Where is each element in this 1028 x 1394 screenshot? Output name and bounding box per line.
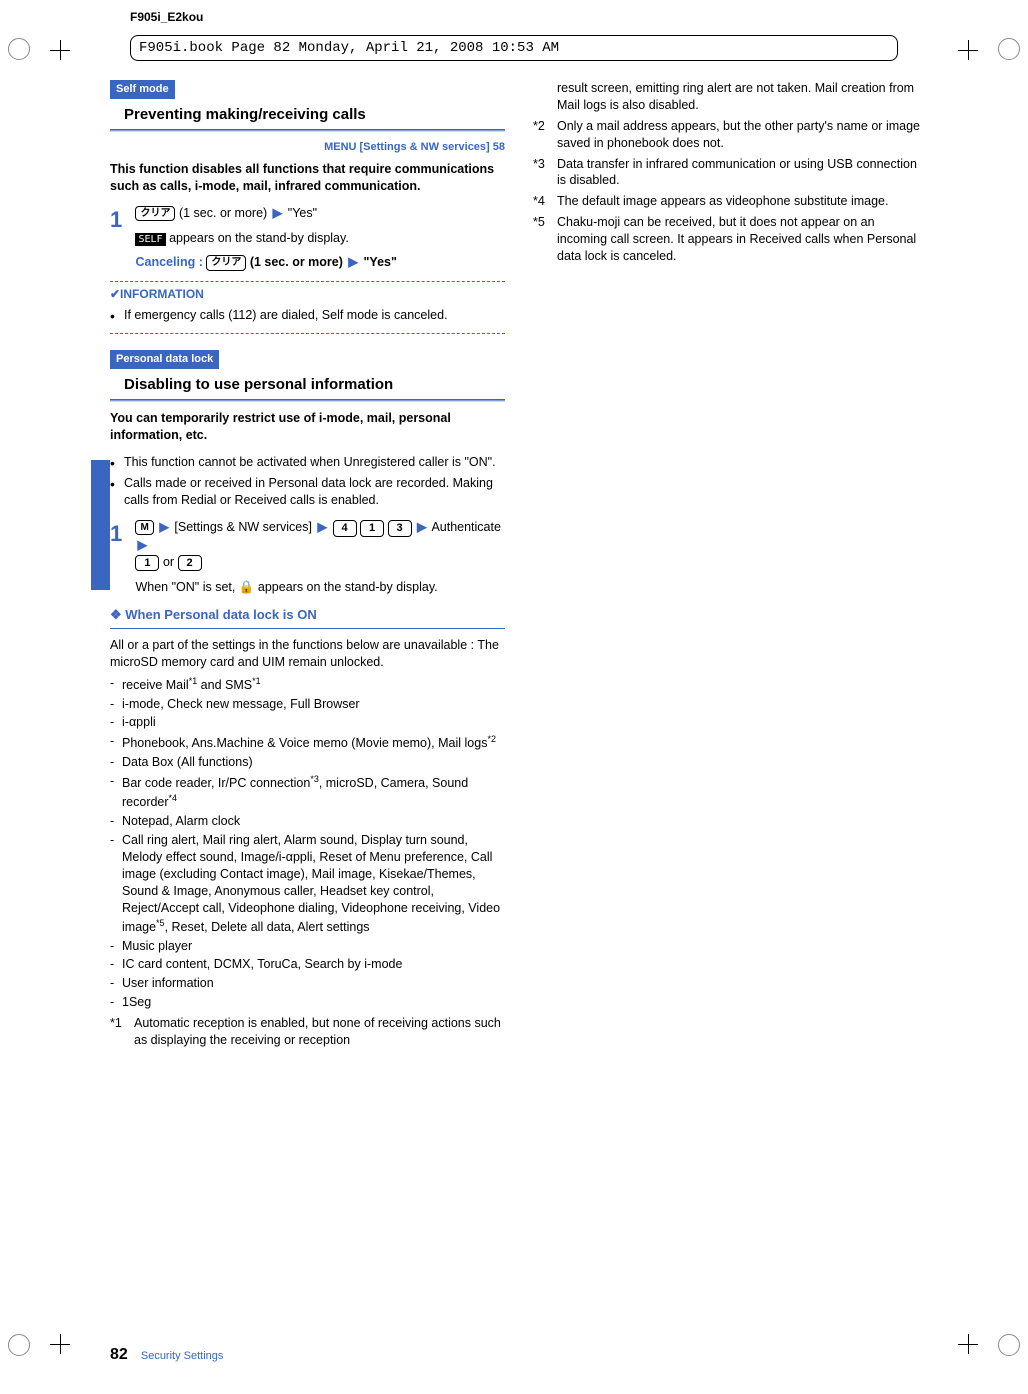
step-note: appears on the stand-by display. xyxy=(169,231,349,245)
footnote-number: *1 xyxy=(110,1015,122,1032)
crop-mark-icon xyxy=(40,1324,80,1364)
side-tab xyxy=(91,460,110,590)
footnote-number: *2 xyxy=(533,118,545,135)
page-number: 82 xyxy=(110,1346,128,1363)
footnote-list-right: *2 Only a mail address appears, but the o… xyxy=(533,118,928,265)
list-item: Notepad, Alarm clock xyxy=(110,813,505,830)
footnote-text: Data transfer in infrared communication … xyxy=(557,157,917,188)
step-number: 1 xyxy=(110,519,132,549)
registration-icon xyxy=(998,38,1020,60)
step-note: appears on the stand-by display. xyxy=(258,580,438,594)
intro-pdl: You can temporarily restrict use of i-mo… xyxy=(110,410,505,444)
list-item: Data Box (All functions) xyxy=(110,754,505,771)
footnote-item: *3 Data transfer in infrared communicatio… xyxy=(533,156,928,190)
list-item: Call ring alert, Mail ring alert, Alarm … xyxy=(110,832,505,935)
footnote-number: *4 xyxy=(533,193,545,210)
list-item: Phonebook, Ans.Machine & Voice memo (Mov… xyxy=(110,733,505,752)
footnote-item: *1 Automatic reception is enabled, but n… xyxy=(110,1015,505,1049)
key-2: 2 xyxy=(178,555,202,572)
step-note: When "ON" is set, xyxy=(135,580,238,594)
section-tag-pdl: Personal data lock xyxy=(110,350,219,369)
list-item: If emergency calls (112) are dialed, Sel… xyxy=(110,307,505,324)
left-column: Self mode Preventing making/receiving ca… xyxy=(110,80,505,1334)
step-text: [Settings & NW services] xyxy=(174,520,312,534)
pdl-notes: This function cannot be activated when U… xyxy=(110,454,505,509)
menu-key-icon: M xyxy=(135,520,153,536)
crop-mark-icon xyxy=(948,30,988,70)
information-label: ✔INFORMATION xyxy=(110,286,505,302)
step-text: "Yes" xyxy=(288,206,317,220)
arrow-icon: ▶ xyxy=(315,520,329,534)
section-rule xyxy=(110,129,505,132)
body-text: All or a part of the settings in the fun… xyxy=(110,637,505,671)
right-column: result screen, emitting ring alert are n… xyxy=(533,80,928,1334)
self-icon: SELF xyxy=(135,233,165,246)
footnote-item: *4 The default image appears as videophon… xyxy=(533,193,928,210)
footnote-text: The default image appears as videophone … xyxy=(557,194,888,208)
footer-section: Security Settings xyxy=(141,1350,224,1362)
list-item: i-αppli xyxy=(110,714,505,731)
key-3: 3 xyxy=(388,520,412,537)
list-item: i-mode, Check new message, Full Browser xyxy=(110,696,505,713)
clear-key-icon: クリア xyxy=(206,255,246,271)
step-1-pdl: 1 M ▶ [Settings & NW services] ▶ 4 1 3 ▶… xyxy=(110,519,505,596)
subsection-heading: ❖ When Personal data lock is ON xyxy=(110,606,505,624)
list-item: receive Mail*1 and SMS*1 xyxy=(110,675,505,694)
header-model: F905i_E2kou xyxy=(130,10,203,24)
footnote-item: *5 Chaku-moji can be received, but it doe… xyxy=(533,214,928,265)
intro-self-mode: This function disables all functions tha… xyxy=(110,161,505,195)
list-item: User information xyxy=(110,975,505,992)
arrow-icon: ▶ xyxy=(135,538,149,552)
menu-path: MENU [Settings & NW services] 58 xyxy=(110,140,505,155)
cancel-text: "Yes" xyxy=(364,255,397,269)
key-1: 1 xyxy=(360,520,384,537)
section-title-pdl: Disabling to use personal information xyxy=(124,375,505,395)
arrow-icon: ▶ xyxy=(346,255,360,269)
section-rule xyxy=(110,399,505,402)
step-number: 1 xyxy=(110,205,132,235)
step-text: Authenticate xyxy=(431,520,501,534)
step-text: (1 sec. or more) xyxy=(179,206,267,220)
registration-icon xyxy=(8,38,30,60)
lock-icon: 🔒 xyxy=(239,580,255,594)
page-footer: 82 Security Settings xyxy=(110,1346,223,1364)
step-text: or xyxy=(163,555,178,569)
thin-rule xyxy=(110,628,505,629)
section-tag-self-mode: Self mode xyxy=(110,80,175,99)
footnote-number: *3 xyxy=(533,156,545,173)
footnote-item: *2 Only a mail address appears, but the o… xyxy=(533,118,928,152)
footnote-continuation: result screen, emitting ring alert are n… xyxy=(533,80,928,114)
list-item: IC card content, DCMX, ToruCa, Search by… xyxy=(110,956,505,973)
clear-key-icon: クリア xyxy=(135,206,175,222)
footnote-text: Only a mail address appears, but the oth… xyxy=(557,119,920,150)
section-title-self-mode: Preventing making/receiving calls xyxy=(124,105,505,125)
dashed-rule xyxy=(110,281,505,282)
key-1: 1 xyxy=(135,555,159,572)
list-item: 1Seg xyxy=(110,994,505,1011)
footnote-text: Automatic reception is enabled, but none… xyxy=(134,1016,501,1047)
registration-icon xyxy=(8,1334,30,1356)
crop-mark-icon xyxy=(40,30,80,70)
page-body: Self mode Preventing making/receiving ca… xyxy=(110,80,928,1334)
footnote-list-left: *1 Automatic reception is enabled, but n… xyxy=(110,1015,505,1049)
restricted-functions-list: receive Mail*1 and SMS*1 i-mode, Check ne… xyxy=(110,675,505,1012)
arrow-icon: ▶ xyxy=(271,206,285,220)
step-1: 1 クリア (1 sec. or more) ▶ "Yes" SELF appe… xyxy=(110,205,505,272)
crop-mark-icon xyxy=(948,1324,988,1364)
list-item: Music player xyxy=(110,938,505,955)
info-list: If emergency calls (112) are dialed, Sel… xyxy=(110,307,505,324)
list-item: Calls made or received in Personal data … xyxy=(110,475,505,509)
footnote-number: *5 xyxy=(533,214,545,231)
cancel-label: Canceling : xyxy=(135,255,206,269)
cancel-text: (1 sec. or more) xyxy=(250,255,343,269)
list-item: Bar code reader, Ir/PC connection*3, mic… xyxy=(110,773,505,811)
footnote-text: Chaku-moji can be received, but it does … xyxy=(557,215,916,263)
registration-icon xyxy=(998,1334,1020,1356)
book-info-bar: F905i.book Page 82 Monday, April 21, 200… xyxy=(130,35,898,61)
dashed-rule xyxy=(110,333,505,334)
key-4: 4 xyxy=(333,520,357,537)
list-item: This function cannot be activated when U… xyxy=(110,454,505,471)
arrow-icon: ▶ xyxy=(157,520,171,534)
arrow-icon: ▶ xyxy=(415,520,429,534)
